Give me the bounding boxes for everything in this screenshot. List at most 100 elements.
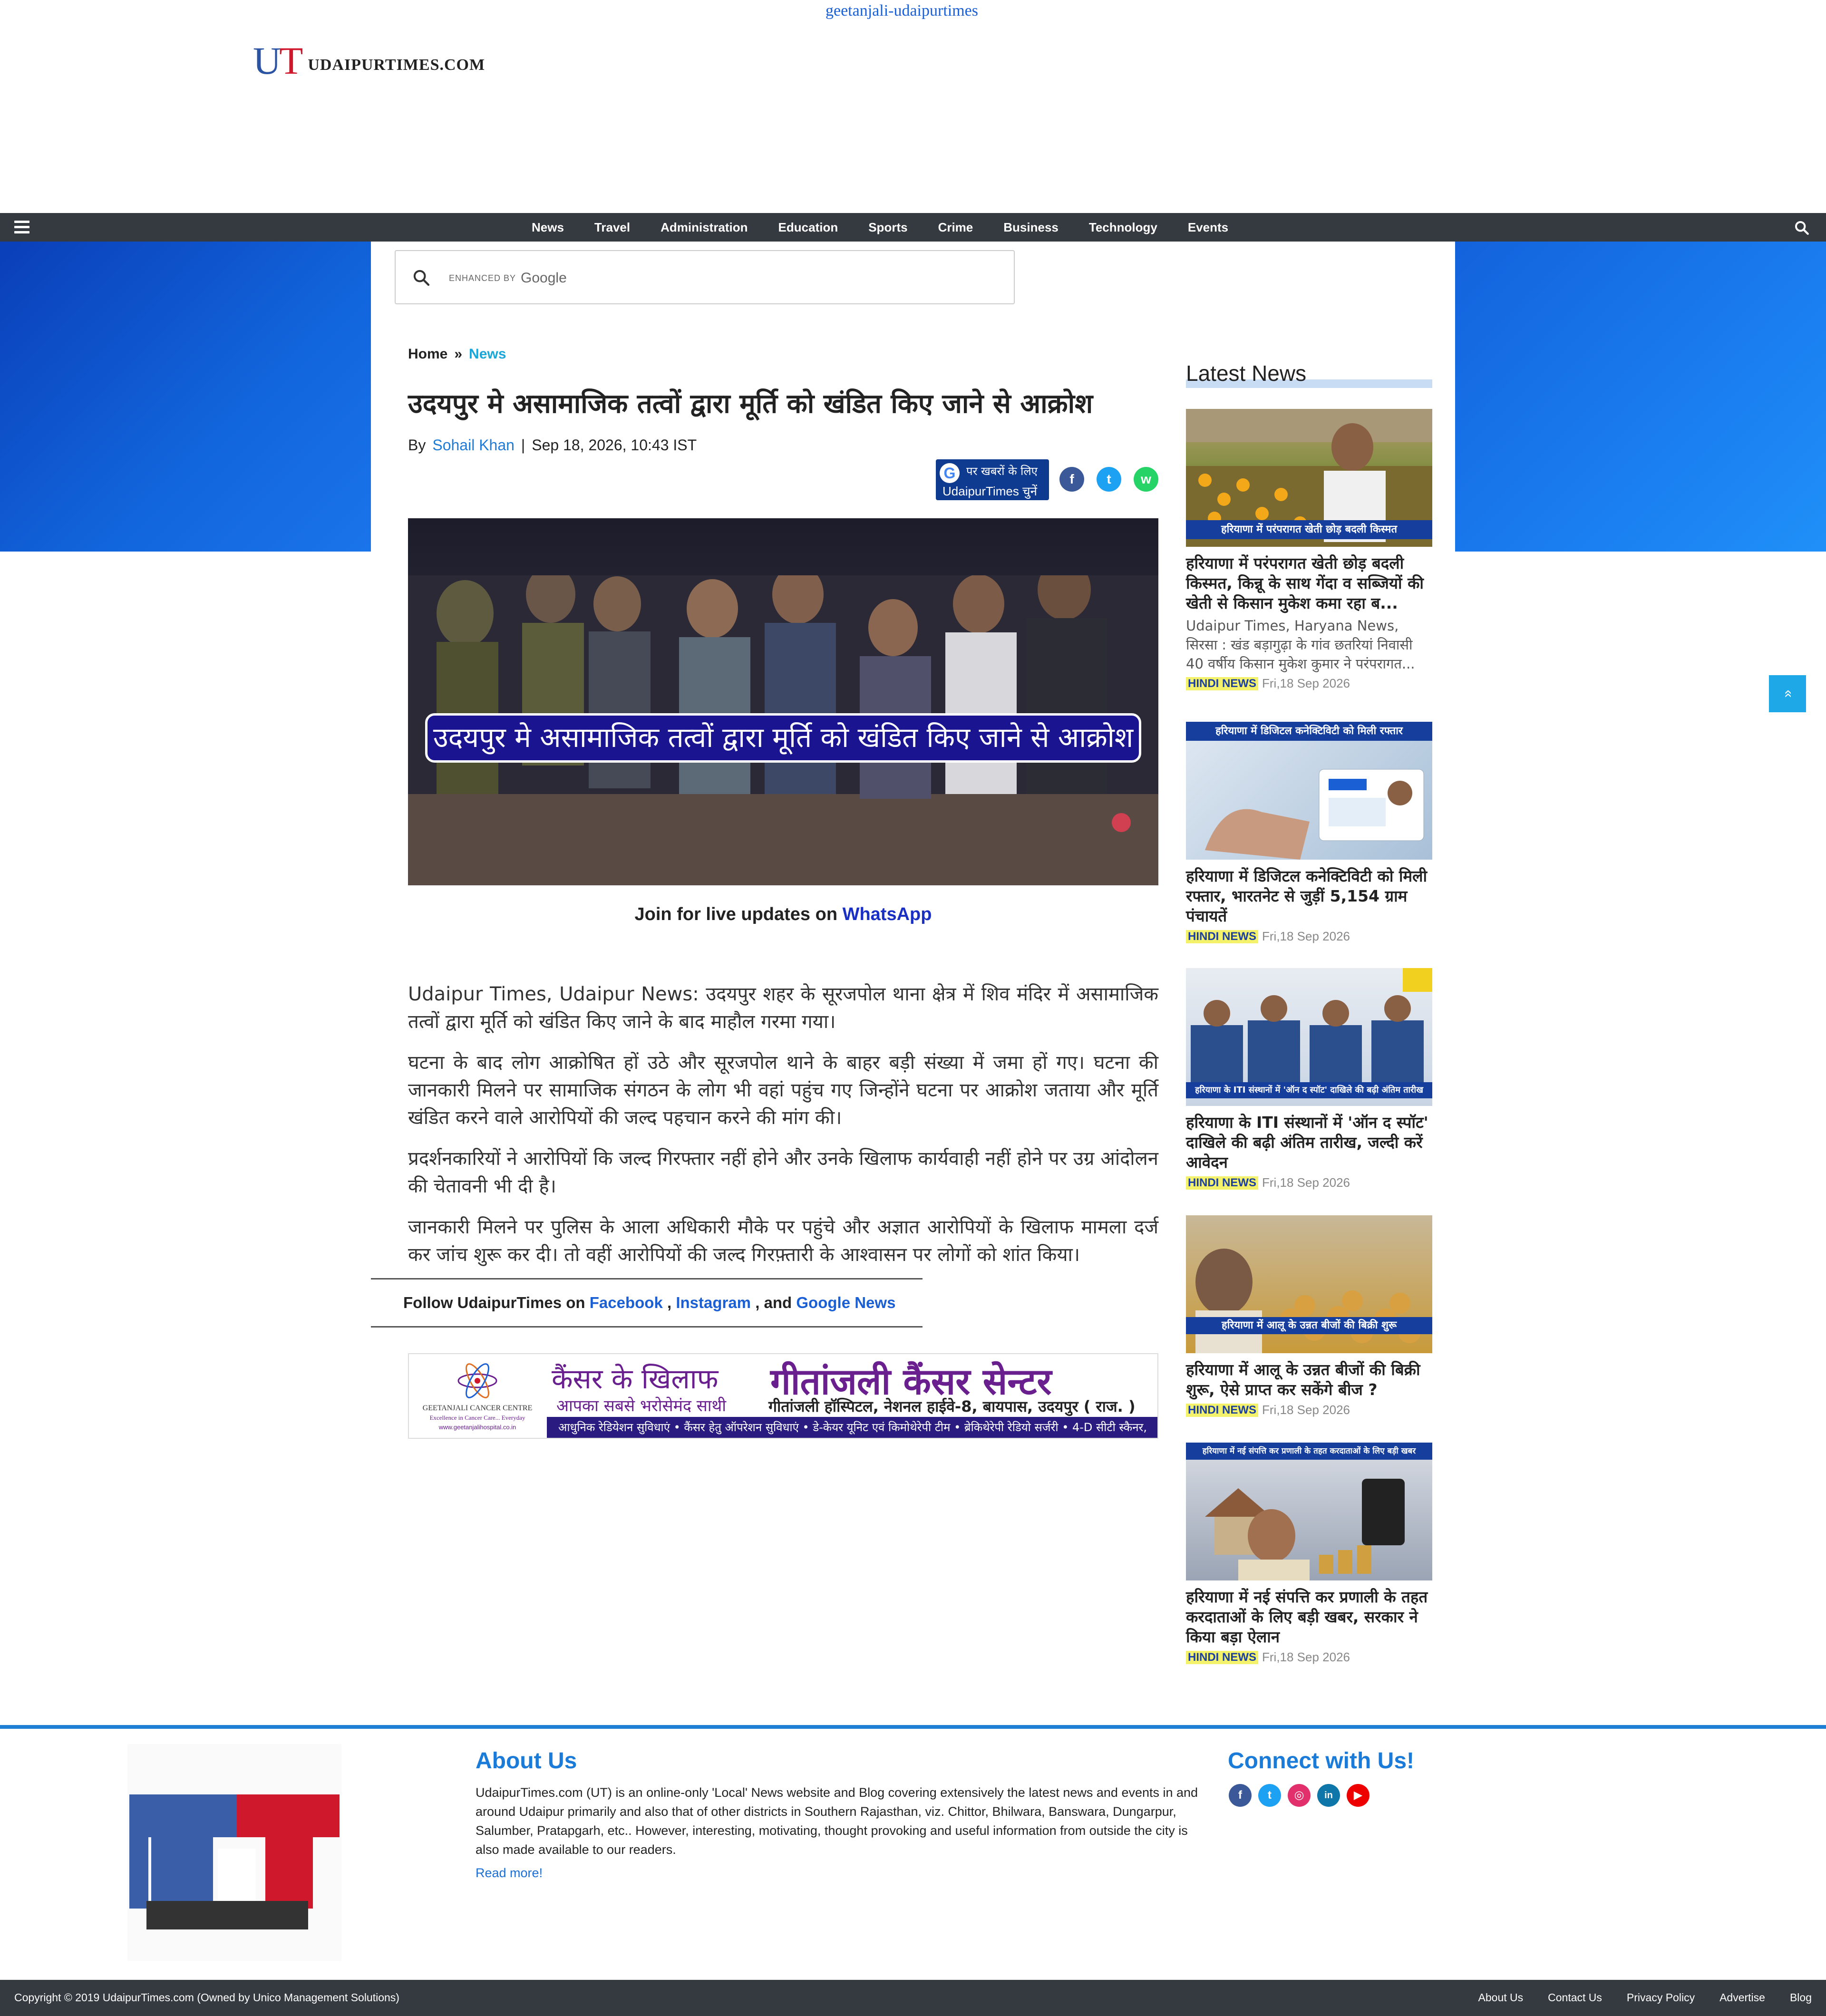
google-badge-line1: पर खबरों के लिए	[966, 465, 1038, 478]
ad-strip: आधुनिक रेडियेशन सुविधाएं • कैंसर हेतु ऑप…	[547, 1417, 1157, 1438]
logo-name: GEETANJALI CANCER CENTRE	[423, 1404, 533, 1412]
author-link[interactable]: Sohail Khan	[432, 436, 515, 454]
breadcrumb: Home » News	[408, 346, 506, 362]
twitter-icon[interactable]: t	[1258, 1784, 1281, 1807]
news-thumbnail: हरियाणा के ITI संस्थानों में 'ऑन द स्पॉट…	[1186, 968, 1432, 1106]
sidebar-news-card[interactable]: हरियाणा में डिजिटल कनेक्टिविटी को मिली र…	[1186, 722, 1432, 944]
nav-links: News Travel Administration Education Spo…	[532, 213, 1228, 242]
footer-links: About Us Contact Us Privacy Policy Adver…	[1478, 1991, 1812, 2004]
scroll-to-top-button[interactable]: »	[1769, 675, 1806, 712]
article-body: Udaipur Times, Udaipur News: उदयपुर शहर …	[408, 980, 1158, 1282]
nav-item-technology[interactable]: Technology	[1089, 220, 1157, 235]
search-icon	[413, 270, 430, 286]
news-category-badge[interactable]: HINDI NEWS	[1186, 930, 1258, 943]
hamburger-menu-icon[interactable]	[14, 221, 29, 234]
logo-tag: Excellence in Cancer Care... Everyday	[429, 1414, 525, 1421]
article-date: Sep 18, 2026, 10:43 IST	[532, 436, 697, 454]
sidebar-news-card[interactable]: हरियाणा में नई संपत्ति कर प्रणाली के तहत…	[1186, 1443, 1432, 1665]
site-logo[interactable]: UT UDAIPURTIMES.COM	[253, 41, 485, 80]
join-text: Join for live updates on	[634, 904, 838, 924]
news-thumbnail-caption: हरियाणा में परंपरागत खेती छोड़ बदली किस्…	[1186, 520, 1432, 539]
nav-item-administration[interactable]: Administration	[660, 220, 748, 235]
search-icon[interactable]	[1794, 220, 1810, 236]
nav-item-sports[interactable]: Sports	[868, 220, 907, 235]
breadcrumb-separator-icon: »	[454, 346, 463, 362]
news-card-title[interactable]: हरियाणा में परंपरागत खेती छोड़ बदली किस्…	[1186, 553, 1432, 613]
news-thumbnail: हरियाणा में नई संपत्ति कर प्रणाली के तहत…	[1186, 1443, 1432, 1580]
whatsapp-join-link[interactable]: WhatsApp	[843, 904, 932, 924]
nav-item-events[interactable]: Events	[1188, 220, 1228, 235]
follow-facebook-link[interactable]: Facebook	[590, 1294, 663, 1311]
footer-link-advertise[interactable]: Advertise	[1719, 1991, 1765, 2004]
ad-heading-1: कैंसर के खिलाफ	[552, 1363, 719, 1395]
news-card-title[interactable]: हरियाणा के ITI संस्थानों में 'ऑन द स्पॉट…	[1186, 1113, 1432, 1173]
bottom-bar: Copyright © 2019 UdaipurTimes.com (Owned…	[0, 1980, 1826, 2016]
instagram-icon[interactable]: ◎	[1288, 1784, 1311, 1807]
news-category-badge[interactable]: HINDI NEWS	[1186, 1650, 1258, 1664]
geetanjali-cancer-logo: GEETANJALI CANCER CENTRE Excellence in C…	[416, 1361, 539, 1432]
whatsapp-share-icon[interactable]: w	[1134, 467, 1158, 492]
enhanced-by-google: ENHANCED BY Google	[449, 270, 567, 286]
sidebar-title: Latest News	[1186, 361, 1307, 386]
article-title: उदयपुर मे असामाजिक तत्वों द्वारा मूर्ति …	[408, 388, 1093, 419]
footer-link-about-us[interactable]: About Us	[1478, 1991, 1524, 2004]
facebook-share-icon[interactable]: f	[1059, 467, 1084, 492]
news-category-badge[interactable]: HINDI NEWS	[1186, 677, 1258, 690]
news-category-badge[interactable]: HINDI NEWS	[1186, 1403, 1258, 1417]
logo-url: www.geetanjalihospital.co.in	[438, 1424, 516, 1431]
sidebar-news-card[interactable]: हरियाणा के ITI संस्थानों में 'ऑन द स्पॉट…	[1186, 968, 1432, 1190]
news-thumbnail-caption: हरियाणा में आलू के उन्नत बीजों की बिक्री…	[1186, 1317, 1432, 1334]
linkedin-icon[interactable]: in	[1317, 1784, 1340, 1807]
news-thumbnail: हरियाणा में परंपरागत खेती छोड़ बदली किस्…	[1186, 409, 1432, 547]
main-nav: News Travel Administration Education Spo…	[0, 213, 1826, 242]
breadcrumb-current[interactable]: News	[469, 346, 506, 362]
news-card-title[interactable]: हरियाणा में डिजिटल कनेक्टिविटी को मिली र…	[1186, 866, 1432, 926]
top-ad-image-link[interactable]: geetanjali-udaipurtimes	[826, 2, 978, 20]
sidebar-news-card[interactable]: हरियाणा में परंपरागत खेती छोड़ बदली किस्…	[1186, 409, 1432, 691]
news-category-badge[interactable]: HINDI NEWS	[1186, 1176, 1258, 1190]
whatsapp-join-line: Join for live updates on WhatsApp	[408, 904, 1158, 925]
google-preferred-source-button[interactable]: G पर खबरों के लिए UdaipurTimes चुनें	[936, 459, 1049, 500]
news-card-meta: HINDI NEWS Fri,18 Sep 2026	[1186, 676, 1432, 691]
about-us-text: UdaipurTimes.com (UT) is an online-only …	[476, 1785, 1198, 1857]
footer-link-privacy-policy[interactable]: Privacy Policy	[1627, 1991, 1695, 2004]
news-card-title[interactable]: हरियाणा में आलू के उन्नत बीजों की बिक्री…	[1186, 1360, 1432, 1400]
news-card-date: Fri,18 Sep 2026	[1262, 676, 1350, 690]
article-paragraph: जानकारी मिलने पर पुलिस के आला अधिकारी मौ…	[408, 1216, 1158, 1266]
background-left	[0, 242, 371, 552]
site-search-input[interactable]: ENHANCED BY Google	[395, 250, 1015, 304]
article-paragraph: घटना के बाद लोग आक्रोषित हों उठे और सूरज…	[408, 1052, 1158, 1129]
news-thumbnail: हरियाणा में डिजिटल कनेक्टिविटी को मिली र…	[1186, 722, 1432, 860]
google-icon: G	[940, 463, 960, 483]
nav-item-business[interactable]: Business	[1003, 220, 1059, 235]
copyright-text: Copyright © 2019 UdaipurTimes.com (Owned…	[14, 1991, 399, 2004]
news-card-date: Fri,18 Sep 2026	[1262, 1403, 1350, 1417]
sidebar-news-card[interactable]: हरियाणा में आलू के उन्नत बीजों की बिक्री…	[1186, 1215, 1432, 1417]
news-card-title[interactable]: हरियाणा में नई संपत्ति कर प्रणाली के तहत…	[1186, 1587, 1432, 1647]
connect-heading: Connect with Us!	[1228, 1748, 1414, 1774]
follow-instagram-link[interactable]: Instagram	[676, 1294, 751, 1311]
hero-image-banner: उदयपुर मे असामाजिक तत्वों द्वारा मूर्ति …	[425, 713, 1141, 763]
read-more-link[interactable]: Read more!	[476, 1866, 543, 1880]
ad-sub-2: गीतांजली हॉस्पिटल, नेशनल हाईवे-8, बायपास…	[768, 1397, 1136, 1415]
breadcrumb-home[interactable]: Home	[408, 346, 447, 362]
nav-item-crime[interactable]: Crime	[938, 220, 973, 235]
twitter-share-icon[interactable]: t	[1097, 467, 1121, 492]
news-card-description: Udaipur Times, Haryana News, सिरसा : खंड…	[1186, 618, 1415, 672]
news-card-date: Fri,18 Sep 2026	[1262, 929, 1350, 943]
footer-link-blog[interactable]: Blog	[1790, 1991, 1812, 2004]
follow-google-news-link[interactable]: Google News	[796, 1294, 895, 1311]
article-hero-image: उदयपुर मे असामाजिक तत्वों द्वारा मूर्ति …	[408, 518, 1158, 885]
byline-by: By	[408, 436, 426, 454]
footer-logo[interactable]	[127, 1744, 341, 1961]
footer-link-contact-us[interactable]: Contact Us	[1548, 1991, 1602, 2004]
nav-item-education[interactable]: Education	[778, 220, 838, 235]
cancer-centre-ad-banner[interactable]: GEETANJALI CANCER CENTRE Excellence in C…	[408, 1353, 1158, 1439]
youtube-icon[interactable]: ▶	[1347, 1784, 1370, 1807]
about-us-heading: About Us	[476, 1748, 577, 1774]
news-thumbnail-caption: हरियाणा में डिजिटल कनेक्टिविटी को मिली र…	[1186, 722, 1432, 741]
news-card-meta: HINDI NEWS Fri,18 Sep 2026	[1186, 1650, 1432, 1665]
facebook-icon[interactable]: f	[1229, 1784, 1252, 1807]
nav-item-travel[interactable]: Travel	[594, 220, 630, 235]
nav-item-news[interactable]: News	[532, 220, 564, 235]
